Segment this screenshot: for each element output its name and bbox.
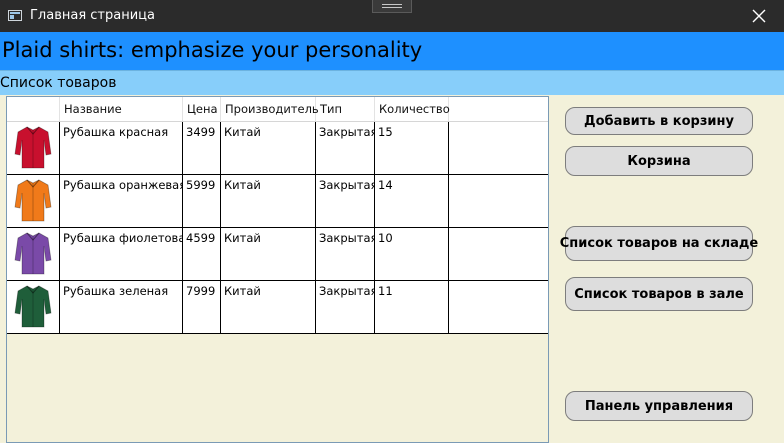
page-banner: Plaid shirts: emphasize your personality (0, 32, 784, 70)
product-price: 7999 (183, 281, 221, 333)
column-header-image[interactable] (7, 97, 60, 121)
table-header: Название Цена Производитель Тип Количест… (7, 97, 548, 122)
column-header-quantity[interactable]: Количество (375, 97, 450, 121)
column-header-maker[interactable]: Производитель (221, 97, 319, 121)
product-type: Закрытая (316, 228, 375, 280)
table-row[interactable]: Рубашка оранжевая 5999 Китай Закрытая 14 (7, 175, 548, 228)
product-quantity: 11 (375, 281, 449, 333)
table-row[interactable]: Рубашка фиолетовая 4599 Китай Закрытая 1… (7, 228, 548, 281)
product-type: Закрытая (316, 122, 375, 174)
row-filler (449, 175, 548, 227)
product-maker: Китай (221, 228, 316, 280)
product-image (7, 228, 60, 280)
product-maker: Китай (221, 122, 316, 174)
product-name: Рубашка зеленая (60, 281, 183, 333)
table-row[interactable]: Рубашка зеленая 7999 Китай Закрытая 11 (7, 281, 548, 334)
products-table[interactable]: Название Цена Производитель Тип Количест… (6, 96, 549, 443)
product-price: 4599 (183, 228, 221, 280)
product-quantity: 10 (375, 228, 449, 280)
table-body: Рубашка красная 3499 Китай Закрытая 15 Р… (7, 122, 548, 334)
close-icon[interactable] (746, 4, 772, 28)
orange-shirt-icon (14, 179, 52, 222)
hall-list-button[interactable]: Список товаров в зале (565, 277, 753, 311)
product-maker: Китай (221, 175, 316, 227)
purple-shirt-icon (14, 232, 52, 275)
table-row[interactable]: Рубашка красная 3499 Китай Закрытая 15 (7, 122, 548, 175)
column-header-filler (449, 97, 548, 121)
product-quantity: 14 (375, 175, 449, 227)
section-header: Список товаров (0, 70, 784, 95)
product-type: Закрытая (316, 175, 375, 227)
product-image (7, 122, 60, 174)
column-header-name[interactable]: Название (60, 97, 183, 121)
window-titlebar[interactable]: Главная страница (0, 0, 784, 32)
product-name: Рубашка красная (60, 122, 183, 174)
red-shirt-icon (14, 126, 52, 169)
product-type: Закрытая (316, 281, 375, 333)
warehouse-list-button[interactable]: Список товаров на складе (560, 226, 758, 261)
product-price: 3499 (183, 122, 221, 174)
product-maker: Китай (221, 281, 316, 333)
column-header-price[interactable]: Цена (183, 97, 221, 121)
product-image (7, 175, 60, 227)
product-name: Рубашка оранжевая (60, 175, 183, 227)
add-to-cart-button[interactable]: Добавить в корзину (565, 107, 753, 135)
row-filler (449, 281, 548, 333)
row-filler (449, 228, 548, 280)
window-title: Главная страница (30, 8, 155, 23)
green-shirt-icon (14, 285, 52, 328)
titlebar-grip-icon[interactable] (372, 0, 412, 13)
cart-button[interactable]: Корзина (565, 146, 753, 176)
product-price: 5999 (183, 175, 221, 227)
product-name: Рубашка фиолетовая (60, 228, 183, 280)
app-window-icon (8, 10, 22, 21)
product-quantity: 15 (375, 122, 449, 174)
row-filler (449, 122, 548, 174)
product-image (7, 281, 60, 333)
control-panel-button[interactable]: Панель управления (565, 391, 753, 421)
column-header-type[interactable]: Тип (316, 97, 375, 121)
